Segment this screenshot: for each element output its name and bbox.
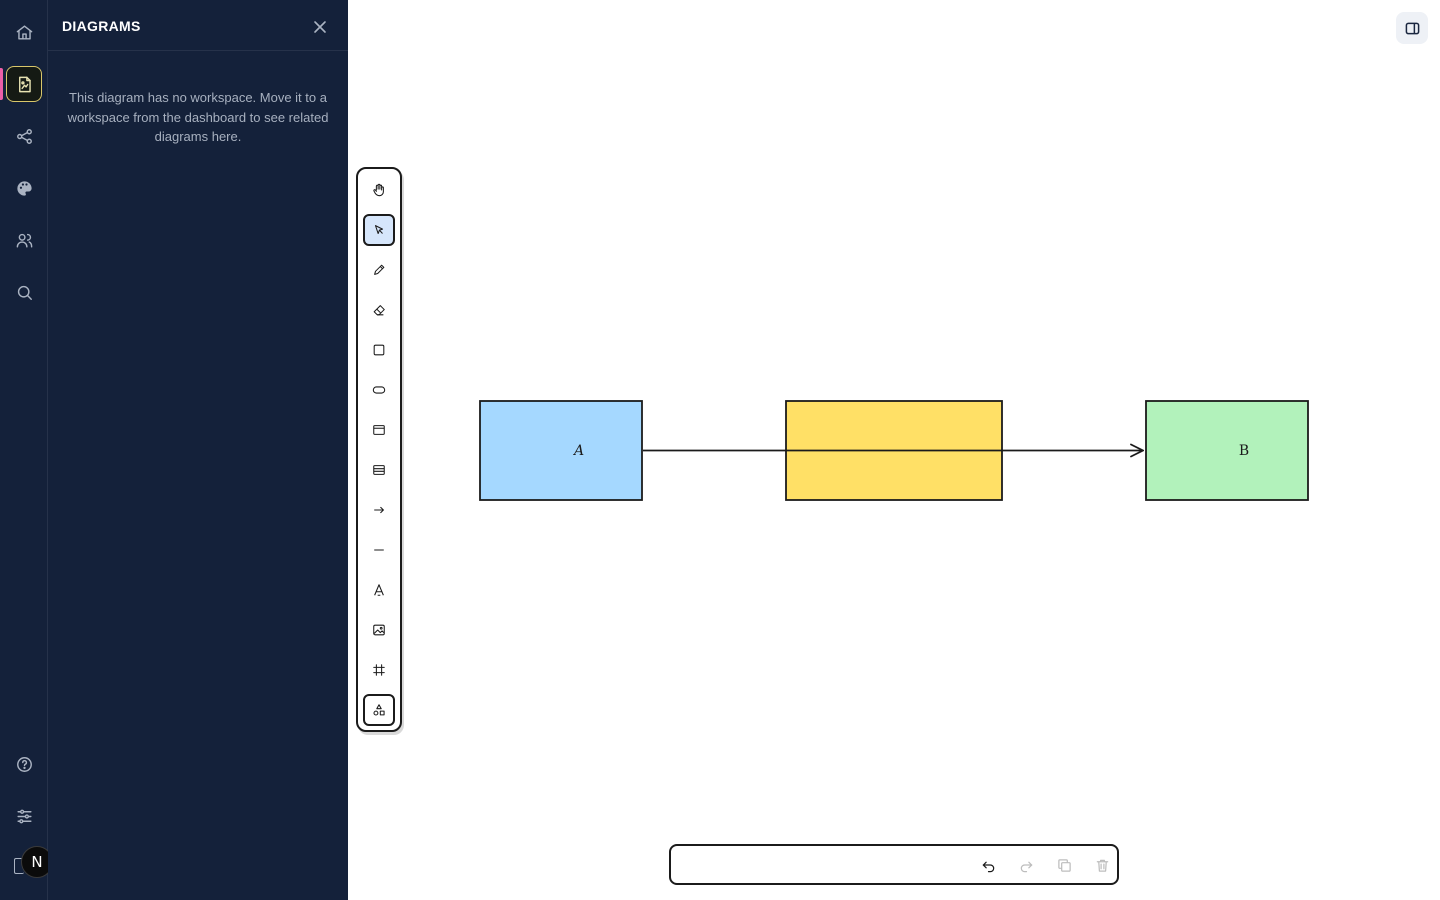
window-icon: [373, 425, 385, 435]
line-icon: [374, 549, 384, 551]
table-icon: [373, 465, 385, 475]
crop-tool[interactable]: [363, 654, 395, 686]
diagram-drawing: A B: [479, 400, 1309, 501]
eraser-icon: [373, 305, 385, 316]
select-tool[interactable]: [363, 214, 395, 246]
cursor-icon: [374, 225, 384, 235]
node-a[interactable]: [479, 400, 643, 501]
frame-grid-icon: [373, 664, 385, 676]
duplicate-icon: [1057, 858, 1071, 872]
pencil-tool[interactable]: [363, 254, 395, 286]
delete-button[interactable]: [1092, 855, 1112, 875]
trash-icon: [1096, 859, 1108, 872]
table-tool[interactable]: [363, 454, 395, 486]
arrow-icon: [374, 506, 385, 514]
text-tool[interactable]: [363, 574, 395, 606]
text-icon: [374, 584, 384, 596]
redo-button[interactable]: [1016, 855, 1036, 875]
bottom-action-bar: [669, 844, 1119, 885]
pencil-icon: [374, 264, 385, 275]
hand-tool[interactable]: [363, 174, 395, 206]
shapes-library-tool[interactable]: [363, 694, 395, 726]
line-tool[interactable]: [363, 534, 395, 566]
shapes-icon: [373, 704, 385, 716]
image-tool[interactable]: [363, 614, 395, 646]
eraser-tool[interactable]: [363, 294, 395, 326]
rectangle-icon: [373, 344, 385, 356]
node-b-label: B: [1239, 443, 1249, 459]
ellipse-tool[interactable]: [363, 374, 395, 406]
node-b[interactable]: [1145, 400, 1309, 501]
redo-icon: [1020, 861, 1032, 872]
arrow-tool[interactable]: [363, 494, 395, 526]
hand-icon: [373, 183, 384, 197]
node-a-label: A: [572, 443, 584, 459]
frame-tool[interactable]: [363, 414, 395, 446]
ellipse-icon: [372, 386, 386, 394]
undo-icon: [982, 861, 994, 872]
undo-button[interactable]: [978, 855, 998, 875]
rectangle-tool[interactable]: [363, 334, 395, 366]
duplicate-button[interactable]: [1054, 855, 1074, 875]
tools-toolbar: [356, 167, 402, 732]
image-icon: [373, 624, 385, 636]
